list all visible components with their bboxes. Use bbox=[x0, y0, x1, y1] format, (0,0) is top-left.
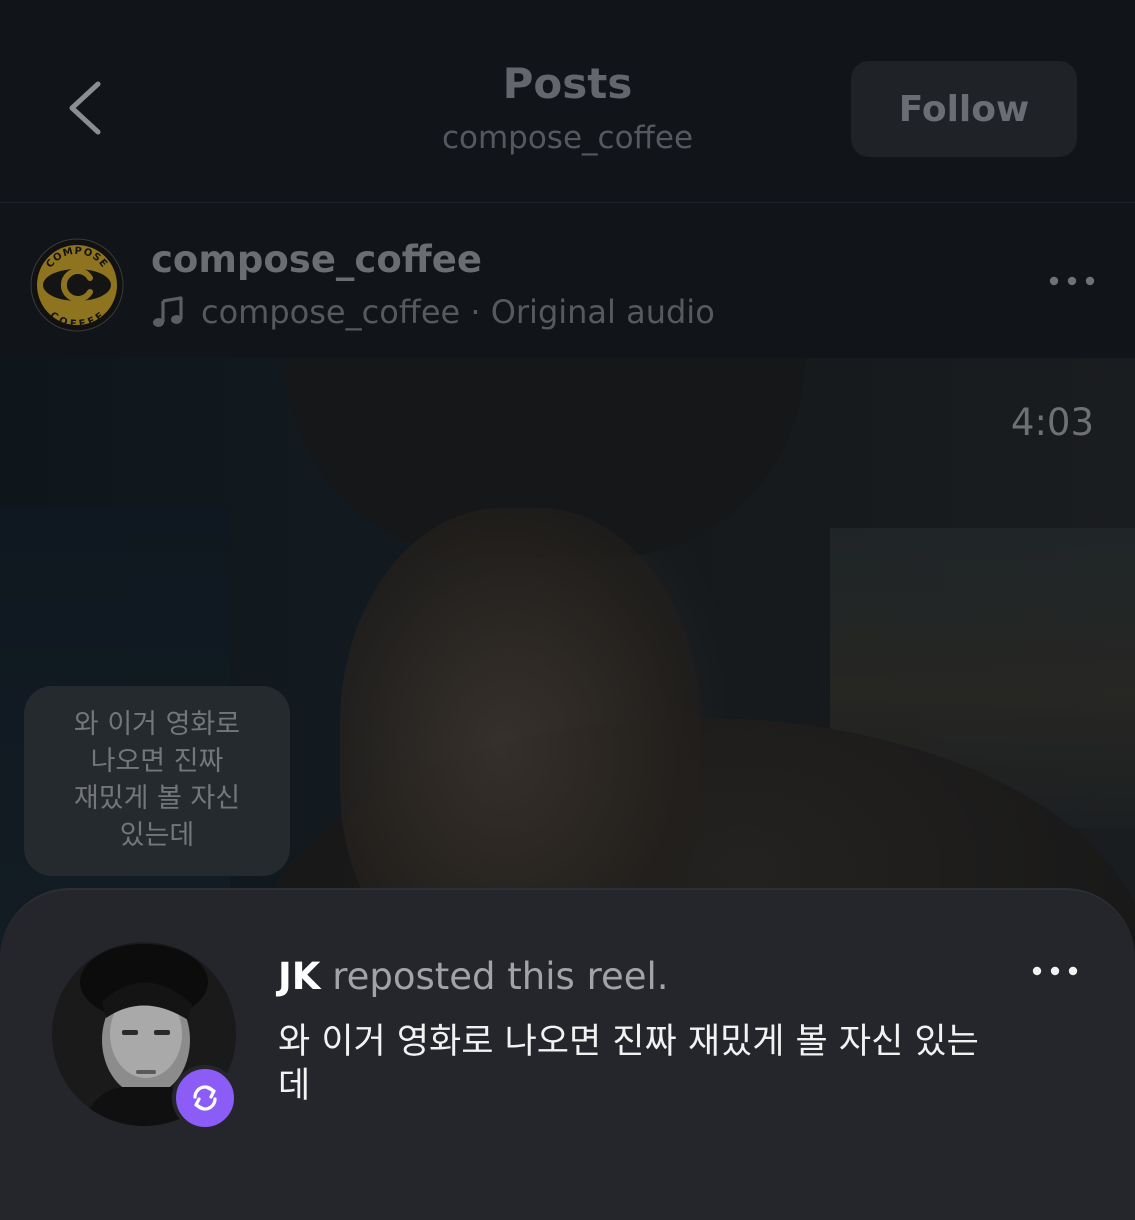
music-note-icon bbox=[153, 296, 183, 327]
top-bar: Posts compose_coffee Follow bbox=[0, 0, 1135, 203]
audio-attribution[interactable]: compose_coffee · Original audio bbox=[151, 289, 715, 335]
repost-header: JK reposted this reel. bbox=[278, 954, 669, 1000]
video-timestamp: 4:03 bbox=[1010, 401, 1094, 444]
brand-logo[interactable]: COMPOSE COFFEE bbox=[30, 238, 124, 332]
post-username[interactable]: compose_coffee bbox=[151, 237, 482, 283]
repost-action-text: reposted this reel. bbox=[332, 955, 669, 998]
repost-badge bbox=[172, 1065, 238, 1131]
follow-button[interactable]: Follow bbox=[851, 61, 1077, 157]
caption-text: 와 이거 영화로 나오면 진짜 재밌게 볼 자신 있는데 bbox=[73, 709, 241, 851]
repost-user-name[interactable]: JK bbox=[278, 955, 320, 998]
more-horizontal-icon[interactable] bbox=[1048, 273, 1096, 289]
caption-bubble: 와 이거 영화로 나오면 진짜 재밌게 볼 자신 있는데 bbox=[24, 686, 290, 876]
audio-label: compose_coffee · Original audio bbox=[201, 293, 715, 331]
compose-coffee-logo-icon: COMPOSE COFFEE bbox=[30, 238, 124, 332]
post-header: COMPOSE COFFEE compose_coffee compose_co… bbox=[0, 203, 1135, 358]
repost-comment: 와 이거 영화로 나오면 진짜 재밌게 볼 자신 있는데 bbox=[278, 1022, 979, 1106]
repost-icon bbox=[193, 1085, 217, 1111]
more-horizontal-icon[interactable] bbox=[1031, 963, 1079, 979]
repost-card: JK reposted this reel. 와 이거 영화로 나오면 진짜 재… bbox=[0, 888, 1135, 1220]
